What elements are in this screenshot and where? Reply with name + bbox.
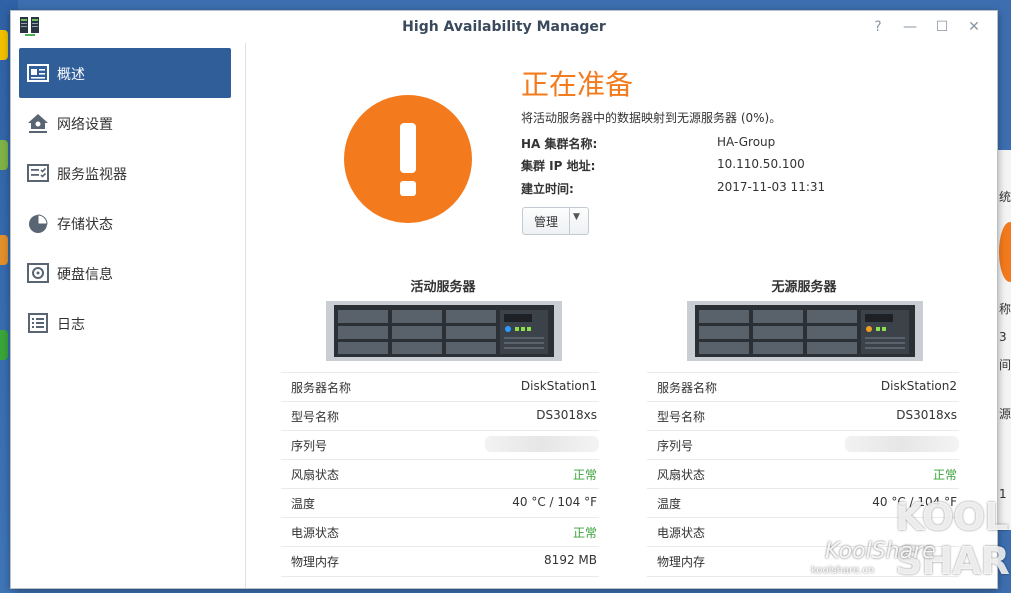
table-row: 物理内存 8192 MB [281, 546, 599, 577]
passive-server-title: 无源服务器 [771, 280, 837, 295]
desktop-app-icon[interactable] [0, 330, 8, 360]
row-value: DS3018xs [896, 408, 957, 422]
passive-server-rack-icon [687, 301, 923, 361]
sidebar-item-label: 存储状态 [57, 217, 113, 233]
minimize-icon[interactable]: — [901, 18, 919, 36]
background-window-edge: 统 称 3 间 源 1 [996, 150, 1011, 530]
created-time-label: 建立时间: [521, 182, 574, 196]
row-label: 服务器名称 [291, 381, 352, 395]
row-value: DiskStation1 [520, 379, 597, 393]
desktop-app-icon[interactable] [0, 235, 8, 265]
table-row: 温度 40 °C / 104 °F [281, 488, 599, 518]
redacted-serial [485, 436, 599, 452]
row-label: 物理内存 [291, 555, 340, 569]
active-server-title: 活动服务器 [410, 280, 476, 295]
bg-window-text: 3 [999, 330, 1007, 344]
storage-pie-icon [29, 214, 48, 233]
sidebar-item-disk-info[interactable]: 硬盘信息 [19, 248, 231, 298]
table-row: 服务器名称 DiskStation1 [281, 372, 599, 402]
redacted-serial [845, 436, 959, 452]
cluster-name-value: HA-Group [717, 135, 776, 149]
table-row: 序列号 [281, 430, 599, 460]
overview-card-icon [27, 64, 49, 82]
chevron-down-icon[interactable]: ▼ [573, 212, 580, 222]
table-row: 风扇状态 正常 [647, 459, 959, 489]
koolshare-watermark: KOOL SHARE KoolShare koolshare.cn [805, 495, 1011, 587]
row-label: 风扇状态 [291, 468, 340, 482]
table-row: 序列号 [647, 430, 959, 460]
sidebar-item-service-monitor[interactable]: 服务监视器 [19, 148, 231, 198]
manage-button-label[interactable]: 管理 [523, 213, 569, 230]
exclamation-mark [400, 123, 416, 173]
title-bar[interactable]: High Availability Manager ? — ☐ ✕ [11, 11, 997, 43]
status-ok-value: 正常 [932, 468, 957, 482]
desktop-app-icon[interactable] [0, 30, 8, 60]
status-ok-value: 正常 [572, 526, 597, 540]
table-row: 服务器名称 DiskStation2 [647, 372, 959, 402]
row-value: DS3018xs [536, 408, 597, 422]
table-row: 型号名称 DS3018xs [281, 401, 599, 431]
exclamation-dot [400, 181, 416, 196]
row-value: 8192 MB [544, 553, 597, 567]
close-icon[interactable]: ✕ [965, 18, 983, 36]
table-row: 电源状态 正常 [281, 517, 599, 547]
sidebar-item-network[interactable]: 网络设置 [19, 98, 231, 148]
row-value: 40 °C / 104 °F [512, 495, 597, 509]
log-list-icon [28, 313, 48, 333]
row-label: 序列号 [291, 439, 328, 453]
sidebar-item-label: 网络设置 [57, 117, 113, 133]
created-time-value: 2017-11-03 11:31 [717, 180, 826, 194]
cluster-ip-label: 集群 IP 地址: [521, 159, 596, 173]
maximize-icon[interactable]: ☐ [933, 18, 951, 36]
watermark-brand: KoolShare [825, 539, 936, 564]
row-label: 温度 [657, 497, 682, 511]
bg-window-text: 源 [999, 407, 1011, 421]
row-label: 型号名称 [657, 410, 706, 424]
row-label: 服务器名称 [657, 381, 718, 395]
watermark-url: koolshare.cn [811, 565, 875, 576]
desktop-app-icon[interactable] [0, 140, 8, 170]
table-row: 风扇状态 正常 [281, 459, 599, 489]
sidebar-item-label: 服务监视器 [57, 167, 127, 183]
sidebar-item-label: 日志 [57, 317, 85, 333]
sidebar-item-label: 硬盘信息 [57, 267, 113, 283]
sidebar-item-label: 概述 [57, 67, 85, 83]
disk-icon [27, 263, 49, 283]
row-value: DiskStation2 [880, 379, 957, 393]
status-title: 正在准备 [521, 68, 634, 101]
cluster-name-label: HA 集群名称: [521, 137, 598, 151]
row-label: 电源状态 [657, 526, 706, 540]
sidebar-item-log[interactable]: 日志 [19, 298, 231, 348]
table-row: 型号名称 DS3018xs [647, 401, 959, 431]
cluster-ip-value: 10.110.50.100 [717, 157, 805, 171]
sidebar-item-overview[interactable]: 概述 [19, 48, 231, 98]
bg-window-text: 称 [999, 302, 1011, 316]
active-server-rack-icon [326, 301, 562, 361]
sidebar-item-storage-status[interactable]: 存储状态 [19, 198, 231, 248]
button-divider [569, 208, 570, 234]
status-ok-value: 正常 [572, 468, 597, 482]
warning-status-icon [344, 95, 472, 223]
sidebar: 概述 网络设置 服务监视器 存储状态 硬盘信息 日志 [11, 43, 246, 588]
bg-status-circle [999, 222, 1011, 282]
row-label: 电源状态 [291, 526, 340, 540]
row-label: 型号名称 [291, 410, 340, 424]
watermark-logo-top: KOOL [895, 495, 1009, 539]
service-monitor-icon [27, 164, 49, 182]
bg-window-text: 间 [999, 358, 1011, 372]
bg-window-text: 统 [999, 190, 1011, 204]
network-house-icon [28, 114, 48, 133]
manage-split-button[interactable]: 管理 ▼ [522, 207, 589, 235]
row-label: 温度 [291, 497, 316, 511]
row-label: 风扇状态 [657, 468, 706, 482]
status-description: 将活动服务器中的数据映射到无源服务器 (0%)。 [521, 111, 782, 125]
row-label: 物理内存 [657, 555, 706, 569]
row-label: 序列号 [657, 439, 694, 453]
help-icon[interactable]: ? [869, 18, 887, 36]
window-title: High Availability Manager [402, 19, 606, 35]
